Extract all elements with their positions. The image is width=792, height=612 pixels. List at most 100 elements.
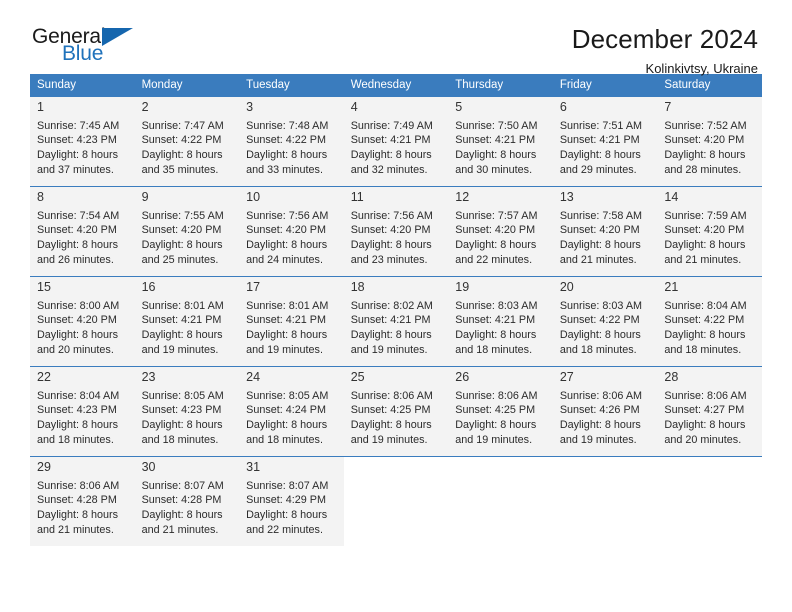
day-cell-content: 14 Sunrise: 7:59 AM Sunset: 4:20 PM Dayli…: [657, 186, 762, 276]
day-cell-content: 25 Sunrise: 8:06 AM Sunset: 4:25 PM Dayli…: [343, 366, 449, 456]
day-sun-info: Sunrise: 7:51 AM Sunset: 4:21 PM Dayligh…: [559, 119, 643, 176]
calendar-day-cell[interactable]: 4 Sunrise: 7:49 AM Sunset: 4:21 PM Daylig…: [343, 96, 449, 186]
calendar-day-cell[interactable]: 26 Sunrise: 8:06 AM Sunset: 4:25 PM Dayli…: [448, 366, 553, 456]
calendar-day-cell[interactable]: [552, 456, 658, 546]
day-number: 19: [455, 280, 470, 294]
calendar-day-cell[interactable]: 24 Sunrise: 8:05 AM Sunset: 4:24 PM Dayli…: [239, 366, 344, 456]
calendar-day-cell[interactable]: 12 Sunrise: 7:57 AM Sunset: 4:20 PM Dayli…: [448, 186, 553, 276]
day-number: 1: [37, 100, 44, 114]
calendar-day-cell[interactable]: 16 Sunrise: 8:01 AM Sunset: 4:21 PM Dayli…: [134, 276, 240, 366]
calendar-day-cell[interactable]: 9 Sunrise: 7:55 AM Sunset: 4:20 PM Daylig…: [134, 186, 240, 276]
day-number: 9: [141, 190, 149, 204]
day-cell-content: 10 Sunrise: 7:56 AM Sunset: 4:20 PM Dayli…: [239, 186, 344, 276]
day-cell-content: 11 Sunrise: 7:56 AM Sunset: 4:20 PM Dayli…: [343, 186, 449, 276]
day-cell-empty: [552, 456, 658, 546]
day-cell-content: 3 Sunrise: 7:48 AM Sunset: 4:22 PM Daylig…: [239, 96, 344, 186]
calendar-day-cell[interactable]: [343, 456, 449, 546]
day-cell-content: 17 Sunrise: 8:01 AM Sunset: 4:21 PM Dayli…: [239, 276, 344, 366]
day-sun-info: Sunrise: 7:58 AM Sunset: 4:20 PM Dayligh…: [559, 209, 643, 266]
day-sun-info: Sunrise: 8:05 AM Sunset: 4:23 PM Dayligh…: [141, 389, 224, 446]
day-cell-content: 2 Sunrise: 7:47 AM Sunset: 4:22 PM Daylig…: [134, 96, 240, 186]
day-sun-info: Sunrise: 8:01 AM Sunset: 4:21 PM Dayligh…: [141, 299, 224, 356]
calendar-day-cell[interactable]: 10 Sunrise: 7:56 AM Sunset: 4:20 PM Dayli…: [239, 186, 344, 276]
calendar-day-cell[interactable]: 27 Sunrise: 8:06 AM Sunset: 4:26 PM Dayli…: [552, 366, 658, 456]
logo-text-blue: Blue: [62, 42, 104, 65]
day-number: 20: [559, 280, 574, 294]
calendar-day-cell[interactable]: 3 Sunrise: 7:48 AM Sunset: 4:22 PM Daylig…: [239, 96, 344, 186]
calendar-week-row: 8 Sunrise: 7:54 AM Sunset: 4:20 PM Daylig…: [30, 186, 762, 276]
calendar-day-cell[interactable]: 7 Sunrise: 7:52 AM Sunset: 4:20 PM Daylig…: [657, 96, 762, 186]
calendar-day-cell[interactable]: 28 Sunrise: 8:06 AM Sunset: 4:27 PM Dayli…: [657, 366, 762, 456]
day-cell-content: 7 Sunrise: 7:52 AM Sunset: 4:20 PM Daylig…: [657, 96, 762, 186]
calendar-day-cell[interactable]: 11 Sunrise: 7:56 AM Sunset: 4:20 PM Dayli…: [343, 186, 449, 276]
day-sun-info: Sunrise: 7:48 AM Sunset: 4:22 PM Dayligh…: [246, 119, 329, 176]
calendar-day-cell[interactable]: 13 Sunrise: 7:58 AM Sunset: 4:20 PM Dayli…: [552, 186, 658, 276]
calendar-day-cell[interactable]: 18 Sunrise: 8:02 AM Sunset: 4:21 PM Dayli…: [343, 276, 449, 366]
day-number: 31: [246, 460, 261, 474]
day-number: 10: [246, 190, 261, 204]
calendar-day-cell[interactable]: 23 Sunrise: 8:05 AM Sunset: 4:23 PM Dayli…: [134, 366, 240, 456]
calendar-day-cell[interactable]: 8 Sunrise: 7:54 AM Sunset: 4:20 PM Daylig…: [30, 186, 135, 276]
weekday-header-sunday: Sunday: [30, 74, 135, 96]
day-cell-content: 15 Sunrise: 8:00 AM Sunset: 4:20 PM Dayli…: [30, 276, 135, 366]
calendar-week-row: 15 Sunrise: 8:00 AM Sunset: 4:20 PM Dayli…: [30, 276, 762, 366]
day-number: 26: [455, 370, 470, 384]
day-number: 17: [246, 280, 261, 294]
calendar-day-cell[interactable]: 25 Sunrise: 8:06 AM Sunset: 4:25 PM Dayli…: [343, 366, 449, 456]
day-sun-info: Sunrise: 8:06 AM Sunset: 4:26 PM Dayligh…: [559, 389, 643, 446]
day-number: 18: [350, 280, 365, 294]
calendar-table: Sunday Monday Tuesday Wednesday Thursday…: [30, 74, 762, 546]
general-blue-logo[interactable]: General Blue: [30, 26, 150, 70]
day-cell-empty: [448, 456, 553, 546]
day-number: 8: [37, 190, 44, 204]
day-number: 4: [350, 100, 358, 114]
calendar-day-cell[interactable]: 5 Sunrise: 7:50 AM Sunset: 4:21 PM Daylig…: [448, 96, 553, 186]
page-title: December 2024: [571, 24, 758, 54]
day-number: [560, 457, 651, 465]
day-cell-content: 1 Sunrise: 7:45 AM Sunset: 4:23 PM Daylig…: [30, 96, 135, 186]
calendar-day-cell[interactable]: 2 Sunrise: 7:47 AM Sunset: 4:22 PM Daylig…: [134, 96, 240, 186]
day-sun-info: Sunrise: 8:02 AM Sunset: 4:21 PM Dayligh…: [350, 299, 433, 356]
calendar-day-cell[interactable]: 30 Sunrise: 8:07 AM Sunset: 4:28 PM Dayli…: [134, 456, 240, 546]
calendar-week-row: 1 Sunrise: 7:45 AM Sunset: 4:23 PM Daylig…: [30, 96, 762, 186]
day-cell-content: 5 Sunrise: 7:50 AM Sunset: 4:21 PM Daylig…: [448, 96, 553, 186]
calendar-day-cell[interactable]: 19 Sunrise: 8:03 AM Sunset: 4:21 PM Dayli…: [448, 276, 553, 366]
calendar-day-cell[interactable]: 20 Sunrise: 8:03 AM Sunset: 4:22 PM Dayli…: [552, 276, 658, 366]
day-sun-info: Sunrise: 8:04 AM Sunset: 4:23 PM Dayligh…: [37, 389, 120, 446]
calendar-day-cell[interactable]: 22 Sunrise: 8:04 AM Sunset: 4:23 PM Dayli…: [30, 366, 135, 456]
day-sun-info: Sunrise: 8:06 AM Sunset: 4:28 PM Dayligh…: [37, 479, 120, 536]
calendar-day-cell[interactable]: [657, 456, 762, 546]
calendar-day-cell[interactable]: 17 Sunrise: 8:01 AM Sunset: 4:21 PM Dayli…: [239, 276, 344, 366]
calendar-day-cell[interactable]: [448, 456, 553, 546]
day-number: 28: [664, 370, 679, 384]
calendar-day-cell[interactable]: 31 Sunrise: 8:07 AM Sunset: 4:29 PM Dayli…: [239, 456, 344, 546]
day-sun-info: Sunrise: 7:47 AM Sunset: 4:22 PM Dayligh…: [141, 119, 224, 176]
calendar-day-cell[interactable]: 15 Sunrise: 8:00 AM Sunset: 4:20 PM Dayli…: [30, 276, 135, 366]
day-number: 2: [141, 100, 149, 114]
day-cell-content: 6 Sunrise: 7:51 AM Sunset: 4:21 PM Daylig…: [552, 96, 658, 186]
calendar-page: General Blue December 2024 Kolinkivtsy, …: [0, 0, 792, 612]
calendar-header-row: Sunday Monday Tuesday Wednesday Thursday…: [30, 74, 762, 96]
day-cell-content: 24 Sunrise: 8:05 AM Sunset: 4:24 PM Dayli…: [239, 366, 344, 456]
calendar-day-cell[interactable]: 6 Sunrise: 7:51 AM Sunset: 4:21 PM Daylig…: [552, 96, 658, 186]
day-sun-info: Sunrise: 7:49 AM Sunset: 4:21 PM Dayligh…: [350, 119, 433, 176]
day-number: 27: [559, 370, 574, 384]
day-sun-info: Sunrise: 8:03 AM Sunset: 4:22 PM Dayligh…: [559, 299, 643, 356]
calendar-day-cell[interactable]: 21 Sunrise: 8:04 AM Sunset: 4:22 PM Dayli…: [657, 276, 762, 366]
calendar-day-cell[interactable]: 29 Sunrise: 8:06 AM Sunset: 4:28 PM Dayli…: [30, 456, 135, 546]
day-cell-content: 13 Sunrise: 7:58 AM Sunset: 4:20 PM Dayli…: [552, 186, 658, 276]
calendar-day-cell[interactable]: 1 Sunrise: 7:45 AM Sunset: 4:23 PM Daylig…: [30, 96, 135, 186]
day-cell-content: 29 Sunrise: 8:06 AM Sunset: 4:28 PM Dayli…: [30, 456, 135, 546]
title-block: December 2024 Kolinkivtsy, Ukraine: [571, 24, 762, 75]
day-number: 13: [559, 190, 574, 204]
day-number: [351, 457, 442, 465]
calendar-day-cell[interactable]: 14 Sunrise: 7:59 AM Sunset: 4:20 PM Dayli…: [657, 186, 762, 276]
day-cell-empty: [657, 456, 762, 546]
day-number: 22: [37, 370, 51, 384]
day-number: [664, 457, 755, 465]
day-cell-content: 8 Sunrise: 7:54 AM Sunset: 4:20 PM Daylig…: [30, 186, 135, 276]
day-cell-content: 16 Sunrise: 8:01 AM Sunset: 4:21 PM Dayli…: [134, 276, 240, 366]
day-number: 14: [664, 190, 679, 204]
day-cell-content: 30 Sunrise: 8:07 AM Sunset: 4:28 PM Dayli…: [134, 456, 240, 546]
day-number: 6: [559, 100, 567, 114]
